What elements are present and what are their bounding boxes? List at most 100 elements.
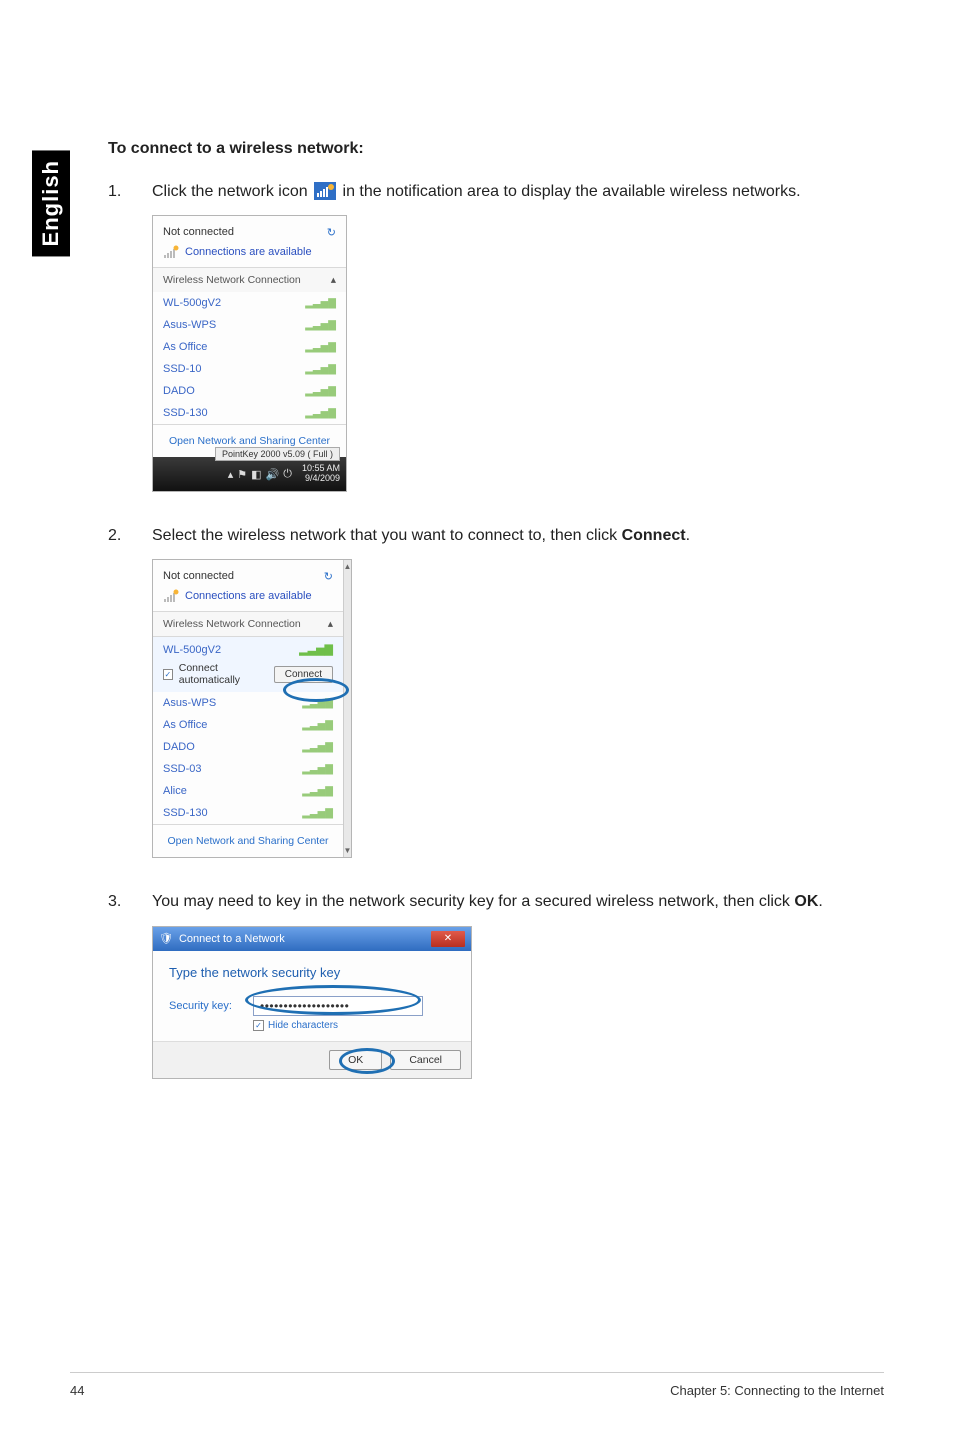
signal-bars-icon: ▂▃▅▇ [302, 720, 333, 731]
wifi-ssid: Asus-WPS [163, 319, 216, 331]
signal-icon-2 [163, 589, 179, 603]
scroll-up-icon[interactable]: ▲ [344, 562, 352, 571]
connect-auto-label: Connect automatically [179, 662, 268, 686]
wifi-network-row[interactable]: As Office ▂▃▅▇ [153, 336, 346, 358]
section-label-2: Wireless Network Connection [163, 618, 301, 630]
chapter-label: Chapter 5: Connecting to the Internet [670, 1383, 884, 1398]
signal-bars-icon: ▂▃▅▇ [305, 298, 336, 309]
tray-network-icon[interactable]: ◧ [251, 468, 261, 481]
wifi-ssid: DADO [163, 741, 195, 753]
dialog-prompt: Type the network security key [169, 965, 455, 980]
section-label: Wireless Network Connection [163, 274, 301, 286]
hide-chars-label: Hide characters [268, 1020, 338, 1031]
system-tray: PointKey 2000 v5.09 ( Full ) ▴ ⚑ ◧ 🔊 ⏻ 1… [153, 457, 346, 491]
signal-bars-icon: ▂▃▅▇ [305, 386, 336, 397]
refresh-icon[interactable]: ↻ [327, 226, 336, 239]
wifi-ssid: Asus-WPS [163, 697, 216, 709]
not-connected-label-2: Not connected [163, 570, 234, 583]
wifi-network-row[interactable]: As Office ▂▃▅▇ [153, 714, 343, 736]
tray-power-icon[interactable]: ⏻ [283, 468, 292, 481]
wifi-ssid: DADO [163, 385, 195, 397]
tray-date: 9/4/2009 [302, 474, 340, 484]
signal-bars-icon: ▂▃▅▇ [302, 808, 333, 819]
signal-bars-icon: ▂▃▅▇ [305, 342, 336, 353]
wifi-network-row[interactable]: SSD-130 ▂▃▅▇ [153, 402, 346, 424]
wifi-network-row[interactable]: SSD-130 ▂▃▅▇ [153, 802, 343, 824]
not-connected-label: Not connected [163, 226, 234, 239]
refresh-icon-2[interactable]: ↻ [324, 570, 333, 583]
step-2-text-before: Select the wireless network that you wan… [152, 527, 622, 544]
selected-network[interactable]: WL-500gV2 ▂▃▅▇ ✓ Connect automatically C… [153, 636, 343, 692]
step-3-text-after: . [818, 893, 822, 910]
signal-bars-icon: ▂▃▅▇ [305, 408, 336, 419]
signal-bars-icon: ▂▃▅▇ [302, 742, 333, 753]
scroll-down-icon[interactable]: ▼ [344, 846, 352, 855]
signal-bars-icon: ▂▃▅▇ [302, 786, 333, 797]
cancel-button[interactable]: Cancel [390, 1050, 461, 1070]
chevron-up-icon[interactable]: ▴ [331, 274, 336, 286]
open-network-center-link-2[interactable]: Open Network and Sharing Center [153, 824, 343, 857]
wifi-ssid: SSD-10 [163, 363, 202, 375]
ok-button[interactable]: OK [329, 1050, 382, 1070]
step-3-text: You may need to key in the network secur… [152, 890, 888, 913]
step-3-ok-bold: OK [794, 893, 818, 910]
wifi-ssid: WL-500gV2 [163, 297, 221, 309]
wifi-ssid: SSD-130 [163, 807, 208, 819]
tray-flag-icon[interactable]: ⚑ [237, 468, 247, 481]
hide-chars-checkbox[interactable]: ✓ [253, 1020, 264, 1031]
wifi-network-row[interactable]: Asus-WPS ▂▃▅▇ [153, 314, 346, 336]
wifi-network-row[interactable]: SSD-10 ▂▃▅▇ [153, 358, 346, 380]
wifi-network-row[interactable]: Asus-WPS ▂▃▅▇ [153, 692, 343, 714]
wifi-ssid: As Office [163, 341, 207, 353]
close-icon[interactable]: ✕ [431, 931, 465, 947]
signal-bars-icon: ▂▃▅▇ [299, 643, 333, 656]
wifi-ssid: Alice [163, 785, 187, 797]
signal-bars-icon: ▂▃▅▇ [305, 320, 336, 331]
security-key-dialog: 🛡 Connect to a Network ✕ Type the networ… [152, 926, 472, 1079]
wifi-network-row[interactable]: Alice ▂▃▅▇ [153, 780, 343, 802]
tray-up-icon[interactable]: ▴ [228, 468, 234, 481]
section-heading: To connect to a wireless network: [108, 140, 888, 158]
connect-auto-checkbox[interactable]: ✓ [163, 669, 173, 680]
dialog-title: Connect to a Network [179, 933, 285, 945]
step-1-text-before: Click the network icon [152, 183, 312, 200]
page-footer: 44 Chapter 5: Connecting to the Internet [70, 1372, 884, 1398]
step-2: 2. Select the wireless network that you … [108, 524, 888, 547]
step-3-number: 3. [108, 890, 152, 913]
wifi-network-row[interactable]: DADO ▂▃▅▇ [153, 380, 346, 402]
connect-button[interactable]: Connect [274, 666, 333, 683]
signal-bars-icon: ▂▃▅▇ [302, 764, 333, 775]
wifi-network-row[interactable]: DADO ▂▃▅▇ [153, 736, 343, 758]
step-1-text: Click the network icon in the notificati… [152, 180, 888, 203]
step-3-text-before: You may need to key in the network secur… [152, 893, 794, 910]
step-2-connect-bold: Connect [622, 527, 686, 544]
security-key-label: Security key: [169, 1000, 239, 1012]
tray-tooltip: PointKey 2000 v5.09 ( Full ) [215, 447, 340, 461]
connections-available-label-2: Connections are available [185, 590, 312, 602]
wifi-network-row[interactable]: WL-500gV2 ▂▃▅▇ [153, 292, 346, 314]
page-number: 44 [70, 1383, 84, 1398]
connections-available-label: Connections are available [185, 246, 312, 258]
wifi-ssid: As Office [163, 719, 207, 731]
wifi-ssid: SSD-03 [163, 763, 202, 775]
wifi-flyout-panel-2: Not connected ↻ Connections are availabl… [152, 559, 352, 858]
signal-icon [163, 245, 179, 259]
step-3: 3. You may need to key in the network se… [108, 890, 888, 913]
security-key-input[interactable] [253, 996, 423, 1016]
step-2-number: 2. [108, 524, 152, 547]
step-1-number: 1. [108, 180, 152, 203]
network-tray-icon [314, 182, 336, 200]
signal-bars-icon: ▂▃▅▇ [305, 364, 336, 375]
step-2-text-after: . [686, 527, 690, 544]
language-tab: English [32, 150, 70, 256]
step-1-text-after: in the notification area to display the … [343, 183, 801, 200]
tray-volume-icon[interactable]: 🔊 [266, 468, 280, 481]
wifi-network-row[interactable]: SSD-03 ▂▃▅▇ [153, 758, 343, 780]
chevron-up-icon-2[interactable]: ▴ [328, 618, 333, 630]
selected-ssid-name: WL-500gV2 [163, 644, 221, 656]
signal-bars-icon: ▂▃▅▇ [302, 698, 333, 709]
wifi-flyout-panel-1: Not connected ↻ Connections are availabl… [152, 215, 347, 492]
dialog-shield-icon: 🛡 [159, 932, 173, 945]
wifi-ssid: SSD-130 [163, 407, 208, 419]
step-1: 1. Click the network icon in the notific… [108, 180, 888, 203]
